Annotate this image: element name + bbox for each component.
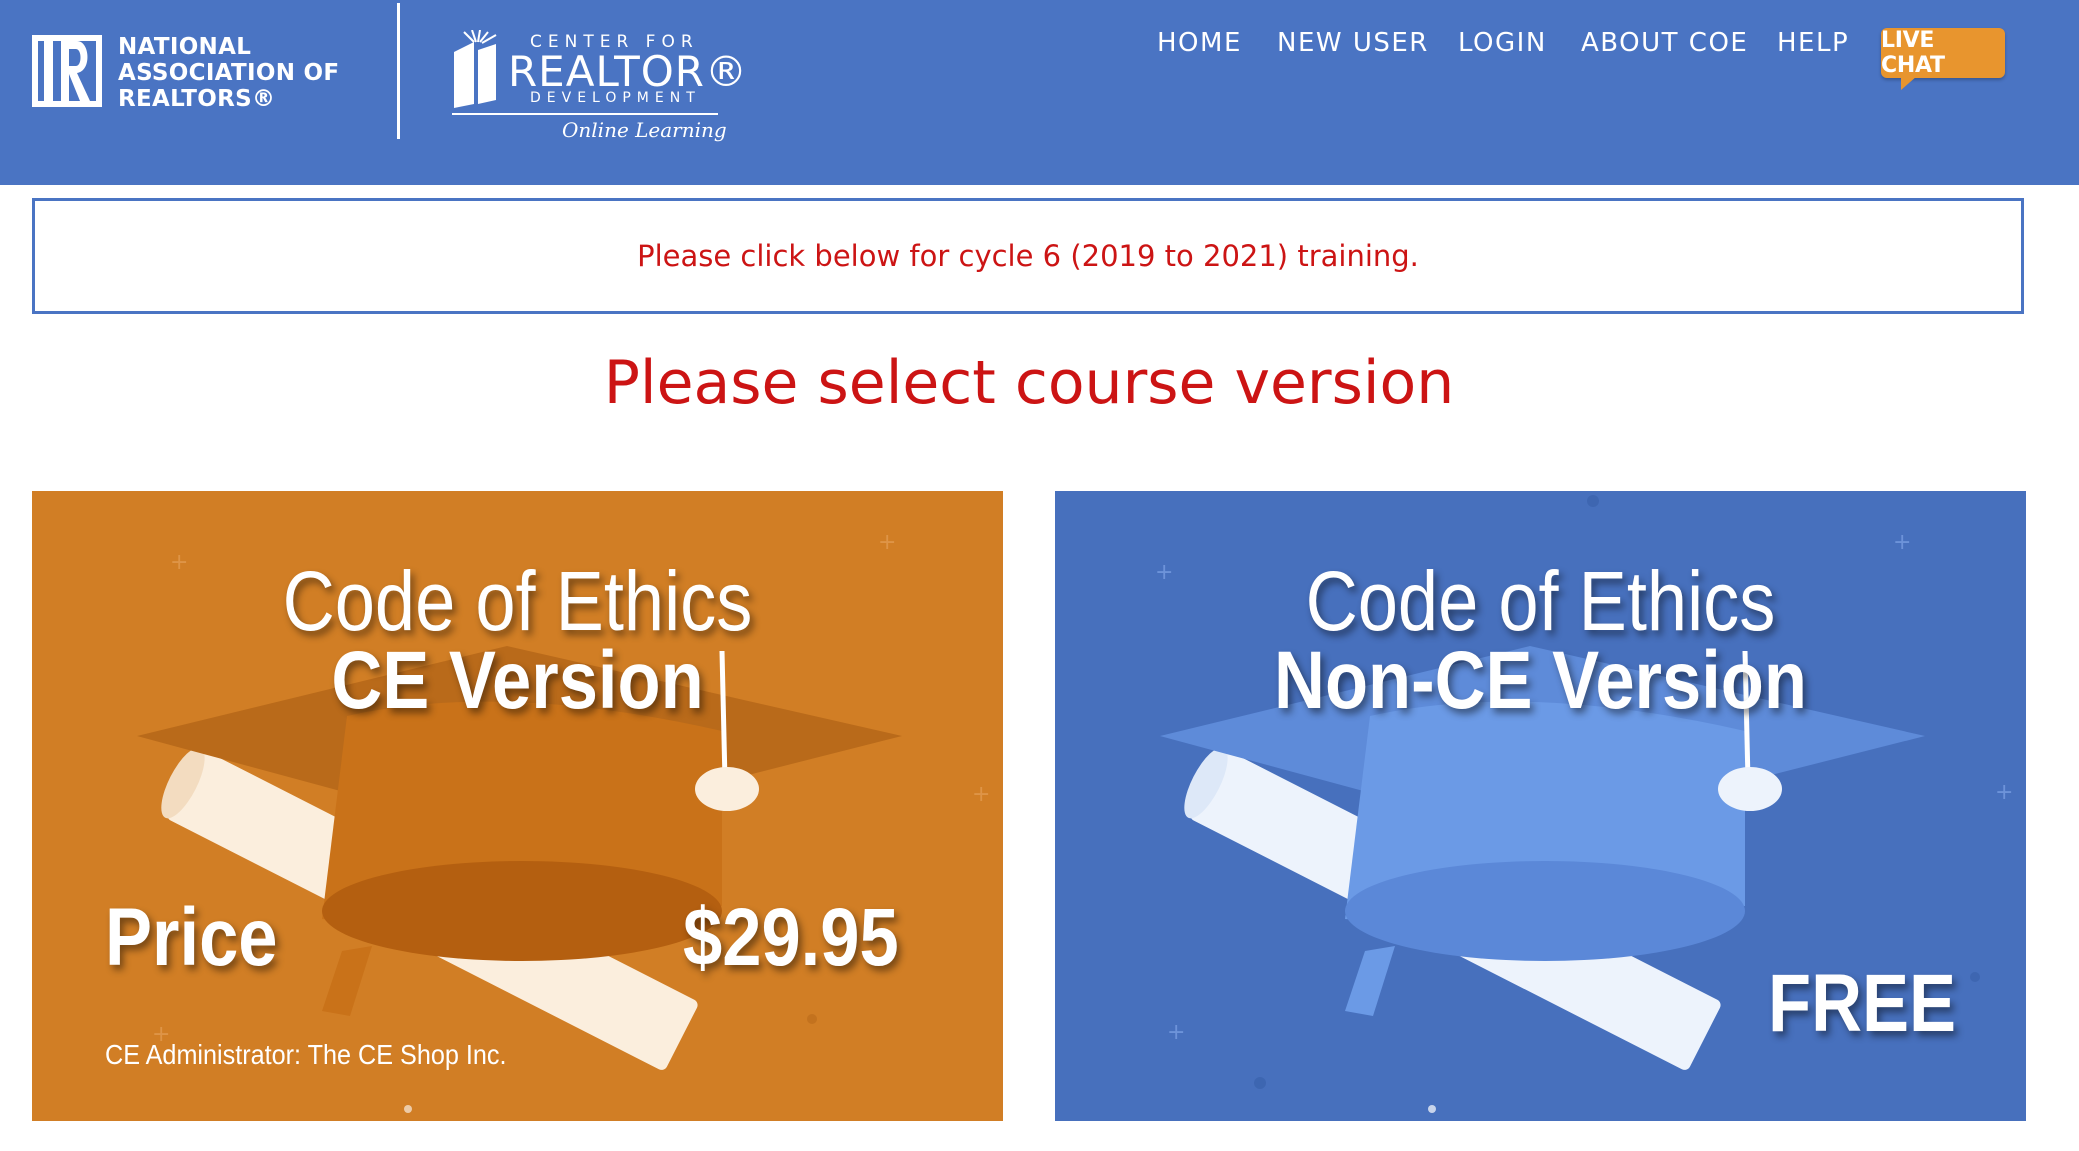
non-ce-version-card[interactable]: + + + + Code of Ethics Non-CE Version FR… [1055, 491, 2026, 1121]
live-chat-bubble-tail [1901, 76, 1917, 90]
crd-logo-tagline: Online Learning [562, 118, 727, 142]
nav-about-coe[interactable]: ABOUT COE [1581, 28, 1748, 58]
nar-logo-line: ASSOCIATION OF [118, 60, 340, 86]
card-title-line2: Non-CE Version [1274, 635, 1807, 726]
svg-text:+: + [1893, 530, 1911, 555]
ce-version-card[interactable]: + + + + Code of Ethics CE Version Price … [32, 491, 1003, 1121]
nav-help[interactable]: HELP [1777, 28, 1849, 58]
svg-text:+: + [878, 530, 896, 555]
nar-logo-icon[interactable] [32, 35, 102, 107]
live-chat-button[interactable]: LIVE CHAT [1881, 28, 2005, 78]
book-logo-icon [454, 30, 497, 108]
crd-logo-rule [452, 113, 718, 115]
ce-administrator-text: CE Administrator: The CE Shop Inc. [105, 1039, 507, 1070]
nar-logo-line: REALTORS® [118, 86, 276, 112]
header-divider [397, 3, 400, 139]
svg-text:+: + [1167, 1020, 1185, 1045]
page-title: Please select course version [603, 348, 1455, 418]
site-header: NATIONAL ASSOCIATION OF REALTORS® CENTER… [0, 0, 2079, 185]
cycle-notice-text: Please click below for cycle 6 (2019 to … [637, 239, 1419, 273]
price-label: Price [105, 892, 278, 983]
crd-logo-sub: DEVELOPMENT [530, 90, 701, 106]
nav-home[interactable]: HOME [1157, 28, 1242, 58]
price-value: $29.95 [683, 892, 899, 983]
nav-login[interactable]: LOGIN [1458, 28, 1547, 58]
nar-logo-text: NATIONAL ASSOCIATION OF REALTORS® [118, 34, 339, 112]
card-title-line2: CE Version [331, 635, 704, 726]
nav-new-user[interactable]: NEW USER [1277, 28, 1429, 58]
crd-logo-main: REALTOR® [508, 47, 748, 96]
nar-logo-line: NATIONAL [118, 34, 252, 60]
cycle-notice: Please click below for cycle 6 (2019 to … [32, 198, 2024, 314]
svg-text:+: + [1995, 780, 2013, 805]
price-value: FREE [1768, 958, 1957, 1049]
svg-text:+: + [972, 782, 990, 807]
